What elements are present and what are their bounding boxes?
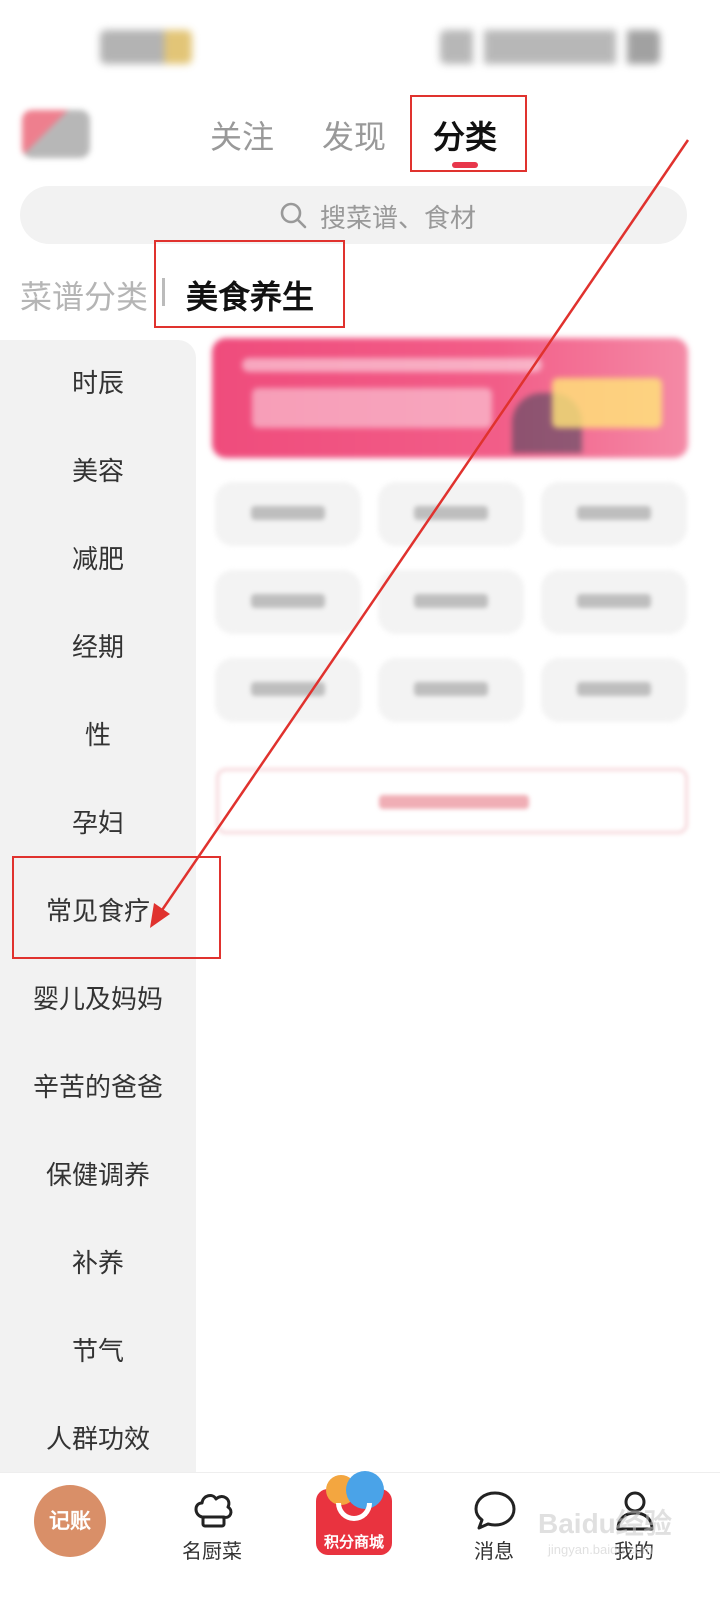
sidebar-item-solar-term[interactable]: 节气 (0, 1308, 196, 1396)
annotation-box-common-therapy (12, 856, 221, 959)
category-chip[interactable] (541, 570, 687, 634)
category-chip[interactable] (378, 570, 524, 634)
promo-banner[interactable] (212, 338, 688, 458)
nav-chef-label: 名厨菜 (182, 1539, 242, 1563)
category-chip[interactable] (215, 658, 361, 722)
subtab-recipe-category[interactable]: 菜谱分类 (20, 272, 148, 318)
sidebar-item-beauty[interactable]: 美容 (0, 428, 196, 516)
search-input[interactable]: 搜菜谱、食材 (20, 186, 687, 244)
annotation-box-food-health (154, 240, 345, 328)
status-time-blurred (100, 30, 192, 64)
sidebar-item-time[interactable]: 时辰 (0, 340, 196, 428)
banner-badge (552, 378, 662, 428)
annotation-box-category-tab (410, 95, 527, 172)
category-chip[interactable] (215, 570, 361, 634)
sidebar-item-period[interactable]: 经期 (0, 604, 196, 692)
mall-label: 积分商城 (323, 1533, 384, 1551)
tab-follow[interactable]: 关注 (210, 112, 274, 158)
more-button-blurred[interactable] (216, 768, 688, 834)
nav-messages-label: 消息 (474, 1539, 514, 1563)
points-mall-button[interactable]: 积分商城 (312, 1471, 396, 1559)
tab-discover[interactable]: 发现 (322, 112, 386, 158)
category-chip[interactable] (378, 482, 524, 546)
watermark-title: Baidu经验 (538, 1508, 672, 1539)
sidebar-item-sex[interactable]: 性 (0, 692, 196, 780)
category-chip[interactable] (215, 482, 361, 546)
chat-bubble-icon (474, 1491, 516, 1530)
baidu-watermark: Baidu经验 jingyan.baidu.com (538, 1500, 708, 1570)
chef-hat-icon (194, 1494, 233, 1528)
banner-headline (252, 388, 492, 428)
sidebar-item-nourish[interactable]: 补养 (0, 1220, 196, 1308)
top-tabs: 关注 发现 分类 (0, 100, 720, 176)
search-icon (280, 202, 307, 229)
category-chip[interactable] (541, 658, 687, 722)
category-chip[interactable] (541, 482, 687, 546)
sidebar-item-crowd-effect[interactable]: 人群功效 (0, 1396, 196, 1484)
category-chip[interactable] (378, 658, 524, 722)
search-placeholder: 搜菜谱、食材 (320, 204, 477, 234)
ledger-button[interactable]: 记账 (34, 1485, 106, 1557)
sidebar-item-baby-mom[interactable]: 婴儿及妈妈 (0, 956, 196, 1044)
sidebar-item-dad[interactable]: 辛苦的爸爸 (0, 1044, 196, 1132)
watermark-sub: jingyan.baidu.com (548, 1542, 653, 1557)
sidebar-item-slimming[interactable]: 减肥 (0, 516, 196, 604)
sidebar-item-healthcare[interactable]: 保健调养 (0, 1132, 196, 1220)
banner-text-line (242, 358, 542, 372)
status-bar (0, 0, 720, 90)
status-icons-blurred (440, 30, 660, 64)
nav-chef[interactable]: 名厨菜 (152, 1473, 272, 1600)
sidebar-item-pregnant[interactable]: 孕妇 (0, 780, 196, 868)
nav-messages[interactable]: 消息 (434, 1473, 554, 1600)
